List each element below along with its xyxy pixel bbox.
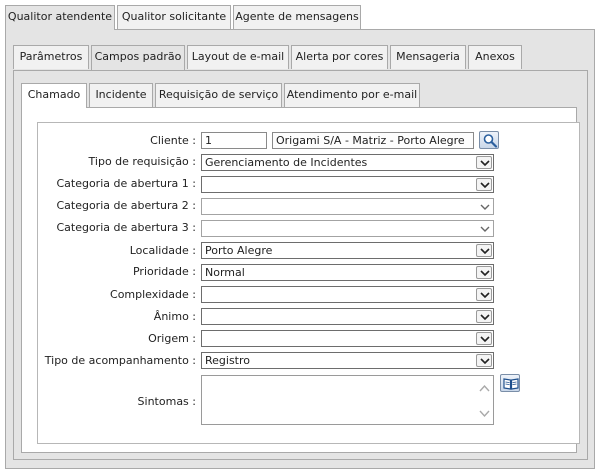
animo-select[interactable] <box>201 308 494 325</box>
chevron-down-icon <box>476 222 492 235</box>
chevron-down-icon <box>476 310 492 323</box>
chevron-down-icon <box>476 288 492 301</box>
label-localidade: Localidade : <box>129 244 196 257</box>
tipo-requisicao-select[interactable]: Gerenciamento de Incidentes <box>201 154 494 171</box>
localidade-select[interactable]: Porto Alegre <box>201 242 494 259</box>
chevron-down-icon <box>476 156 492 169</box>
chevron-down-icon <box>476 200 492 213</box>
label-origem: Origem : <box>148 332 196 345</box>
search-client-button[interactable] <box>479 131 499 149</box>
book-icon <box>503 378 519 390</box>
categoria-3-select[interactable] <box>201 220 494 237</box>
complexidade-select[interactable] <box>201 286 494 303</box>
chevron-down-icon <box>476 354 492 367</box>
tipo-acompanhamento-select[interactable]: Registro <box>201 352 494 369</box>
tab-anexos[interactable]: Anexos <box>468 45 522 69</box>
label-categoria-2: Categoria de abertura 2 : <box>56 199 196 212</box>
prioridade-value: Normal <box>205 266 245 279</box>
cliente-code-input[interactable]: 1 <box>201 132 267 149</box>
tab-qualitor-solicitante[interactable]: Qualitor solicitante <box>117 5 231 29</box>
tab-atendimento-por-email[interactable]: Atendimento por e-mail <box>284 83 420 107</box>
label-complexidade: Complexidade : <box>110 288 196 301</box>
scroll-up-icon[interactable] <box>479 384 490 392</box>
tab-incidente[interactable]: Incidente <box>89 83 153 107</box>
categoria-1-select[interactable] <box>201 176 494 193</box>
sintomas-book-button[interactable] <box>500 374 520 392</box>
scroll-down-icon[interactable] <box>479 410 490 418</box>
search-icon <box>483 134 498 148</box>
label-cliente: Cliente : <box>150 134 196 147</box>
tab-campos-padrao[interactable]: Campos padrão <box>91 45 185 70</box>
label-tipo-requisicao: Tipo de requisição : <box>88 155 196 168</box>
sintomas-textarea[interactable] <box>201 375 494 425</box>
chevron-down-icon <box>476 244 492 257</box>
tab-agente-de-mensagens[interactable]: Agente de mensagens <box>233 5 361 29</box>
categoria-2-select[interactable] <box>201 198 494 215</box>
prioridade-select[interactable]: Normal <box>201 264 494 281</box>
label-tipo-acompanhamento: Tipo de acompanhamento : <box>44 354 196 367</box>
origem-select[interactable] <box>201 330 494 347</box>
label-categoria-3: Categoria de abertura 3 : <box>56 221 196 234</box>
tab-mensageria[interactable]: Mensageria <box>390 45 466 69</box>
tab-alerta-por-cores[interactable]: Alerta por cores <box>291 45 388 69</box>
chevron-down-icon <box>476 178 492 191</box>
tipo-acompanhamento-value: Registro <box>205 354 251 367</box>
cliente-name-input[interactable]: Origami S/A - Matriz - Porto Alegre <box>272 132 474 149</box>
localidade-value: Porto Alegre <box>205 244 273 257</box>
tipo-requisicao-value: Gerenciamento de Incidentes <box>205 156 368 169</box>
tab-chamado[interactable]: Chamado <box>21 83 87 108</box>
label-animo: Ânimo : <box>153 310 196 323</box>
tab-requisicao-de-servico[interactable]: Requisição de serviço <box>155 83 282 107</box>
tab-parametros[interactable]: Parâmetros <box>13 45 89 69</box>
chevron-down-icon <box>476 266 492 279</box>
chevron-down-icon <box>476 332 492 345</box>
label-sintomas: Sintomas : <box>137 395 196 408</box>
tab-qualitor-atendente[interactable]: Qualitor atendente <box>5 5 115 30</box>
tab-layout-de-email[interactable]: Layout de e-mail <box>187 45 289 69</box>
label-categoria-1: Categoria de abertura 1 : <box>56 177 196 190</box>
label-prioridade: Prioridade : <box>132 265 196 278</box>
